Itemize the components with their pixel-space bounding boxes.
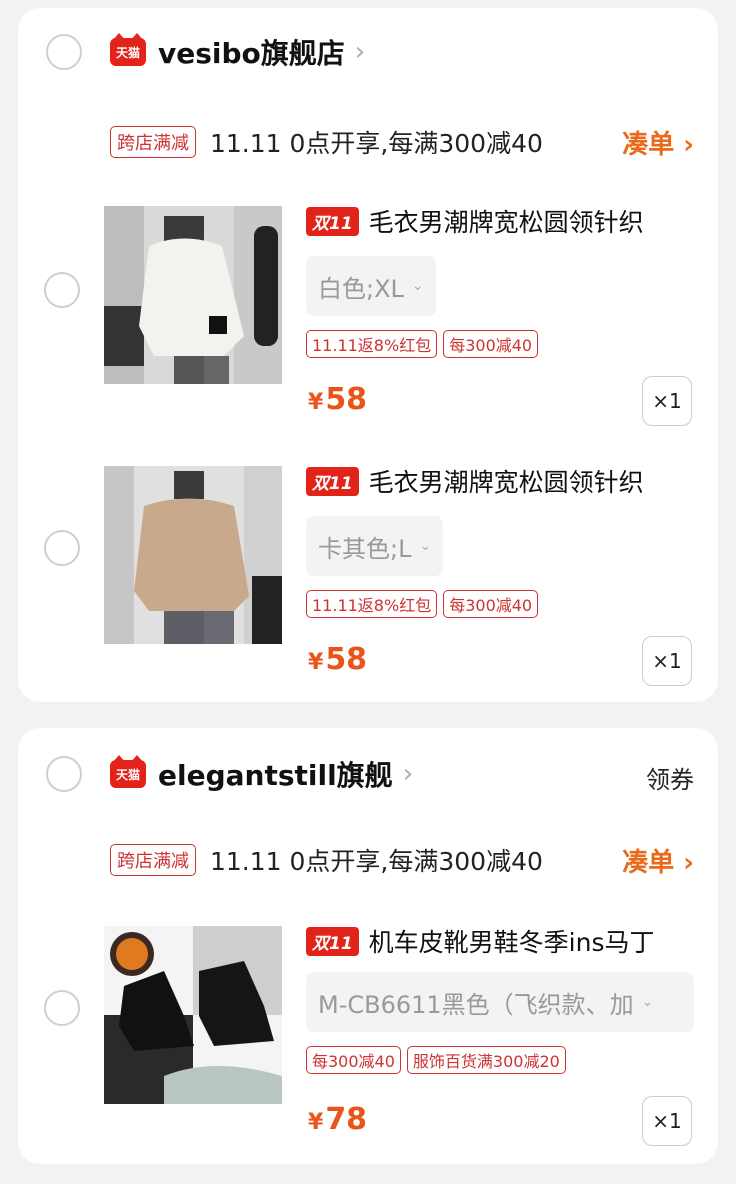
promo-tag: 跨店满减 xyxy=(110,126,196,158)
price: ¥58 xyxy=(308,642,367,677)
item-select-radio[interactable] xyxy=(44,272,80,308)
chevron-down-icon: ⌄ xyxy=(419,538,432,554)
tmall-logo-icon: 天猫 xyxy=(110,33,146,66)
product-image[interactable] xyxy=(104,926,282,1104)
currency-symbol: ¥ xyxy=(308,650,324,675)
promo-tag-chip: 服饰百货满300减20 xyxy=(406,1046,566,1074)
promo-tag-chip: 每300减40 xyxy=(443,590,539,618)
promo-tags: 11.11返8%红包 每300减40 xyxy=(306,330,694,358)
promo-tag-chip: 11.11返8%红包 xyxy=(306,590,438,618)
product-title[interactable]: 毛衣男潮牌宽松圆领针织 xyxy=(369,203,644,239)
price-value: 78 xyxy=(325,1102,368,1137)
double11-badge: 双11 xyxy=(306,466,359,496)
shop-header[interactable]: 天猫 elegantstill旗舰 › xyxy=(110,754,413,794)
product-image[interactable] xyxy=(104,206,282,384)
chevron-down-icon: ⌄ xyxy=(641,994,654,1010)
product-info: 双11 毛衣男潮牌宽松圆领针织 卡其色;L ⌄ 11.11返8%红包 每300减… xyxy=(306,464,694,618)
add-on-link[interactable]: 凑单 › xyxy=(622,124,694,161)
chevron-right-icon: › xyxy=(354,37,366,67)
promo-row: 跨店满减 11.11 0点开享,每满300减40 凑单 › xyxy=(110,122,694,162)
white-sweater-photo xyxy=(104,206,282,384)
double11-badge: 双11 xyxy=(306,926,359,956)
promo-row: 跨店满减 11.11 0点开享,每满300减40 凑单 › xyxy=(110,840,694,880)
promo-text: 11.11 0点开享,每满300减40 xyxy=(210,847,543,876)
chevron-down-icon: ⌄ xyxy=(411,278,424,294)
shop-name: vesibo旗舰店 xyxy=(158,37,345,70)
price-value: 58 xyxy=(325,382,368,417)
shop-card-elegantstill: 天猫 elegantstill旗舰 › 领券 跨店满减 11.11 0点开享,每… xyxy=(18,728,718,1164)
shop-select-radio[interactable] xyxy=(46,756,82,792)
tmall-logo-icon: 天猫 xyxy=(110,755,146,788)
shop-header[interactable]: 天猫 vesibo旗舰店 › xyxy=(110,32,365,72)
khaki-sweater-photo xyxy=(104,466,282,644)
sku-selector[interactable]: 卡其色;L ⌄ xyxy=(306,516,444,576)
sku-selector[interactable]: M-CB6611黑色（飞织款、加 ⌄ xyxy=(306,972,694,1032)
add-on-link[interactable]: 凑单 › xyxy=(622,842,694,879)
get-coupon-button[interactable]: 领券 xyxy=(646,760,694,795)
currency-symbol: ¥ xyxy=(308,1110,324,1135)
product-image[interactable] xyxy=(104,466,282,644)
promo-tags: 11.11返8%红包 每300减40 xyxy=(306,590,694,618)
sku-selector[interactable]: 白色;XL ⌄ xyxy=(306,256,436,316)
promo-tag-chip: 每300减40 xyxy=(443,330,539,358)
shop-card-vesibo: 天猫 vesibo旗舰店 › 跨店满减 11.11 0点开享,每满300减40 … xyxy=(18,8,718,702)
product-title[interactable]: 机车皮靴男鞋冬季ins马丁 xyxy=(369,923,655,959)
currency-symbol: ¥ xyxy=(308,390,324,415)
product-info: 双11 毛衣男潮牌宽松圆领针织 白色;XL ⌄ 11.11返8%红包 每300减… xyxy=(306,204,694,358)
price: ¥58 xyxy=(308,382,367,417)
price-value: 58 xyxy=(325,642,368,677)
shop-name: elegantstill旗舰 xyxy=(158,759,393,792)
chevron-right-icon: › xyxy=(402,759,414,789)
product-info: 双11 机车皮靴男鞋冬季ins马丁 M-CB6611黑色（飞织款、加 ⌄ 每30… xyxy=(306,924,694,1074)
black-boots-photo xyxy=(104,926,282,1104)
shop-select-radio[interactable] xyxy=(46,34,82,70)
sku-value: 卡其色;L xyxy=(318,534,412,563)
sku-value: M-CB6611黑色（飞织款、加 xyxy=(318,990,634,1019)
item-select-radio[interactable] xyxy=(44,530,80,566)
promo-tags: 每300减40 服饰百货满300减20 xyxy=(306,1046,694,1074)
quantity-button[interactable]: ×1 xyxy=(642,636,692,686)
sku-value: 白色;XL xyxy=(318,274,404,303)
promo-tag: 跨店满减 xyxy=(110,844,196,876)
item-select-radio[interactable] xyxy=(44,990,80,1026)
price: ¥78 xyxy=(308,1102,367,1137)
promo-tag-chip: 11.11返8%红包 xyxy=(306,330,438,358)
product-title[interactable]: 毛衣男潮牌宽松圆领针织 xyxy=(369,463,644,499)
quantity-button[interactable]: ×1 xyxy=(642,376,692,426)
promo-tag-chip: 每300减40 xyxy=(306,1046,401,1074)
quantity-button[interactable]: ×1 xyxy=(642,1096,692,1146)
promo-text: 11.11 0点开享,每满300减40 xyxy=(210,129,543,158)
double11-badge: 双11 xyxy=(306,206,359,236)
